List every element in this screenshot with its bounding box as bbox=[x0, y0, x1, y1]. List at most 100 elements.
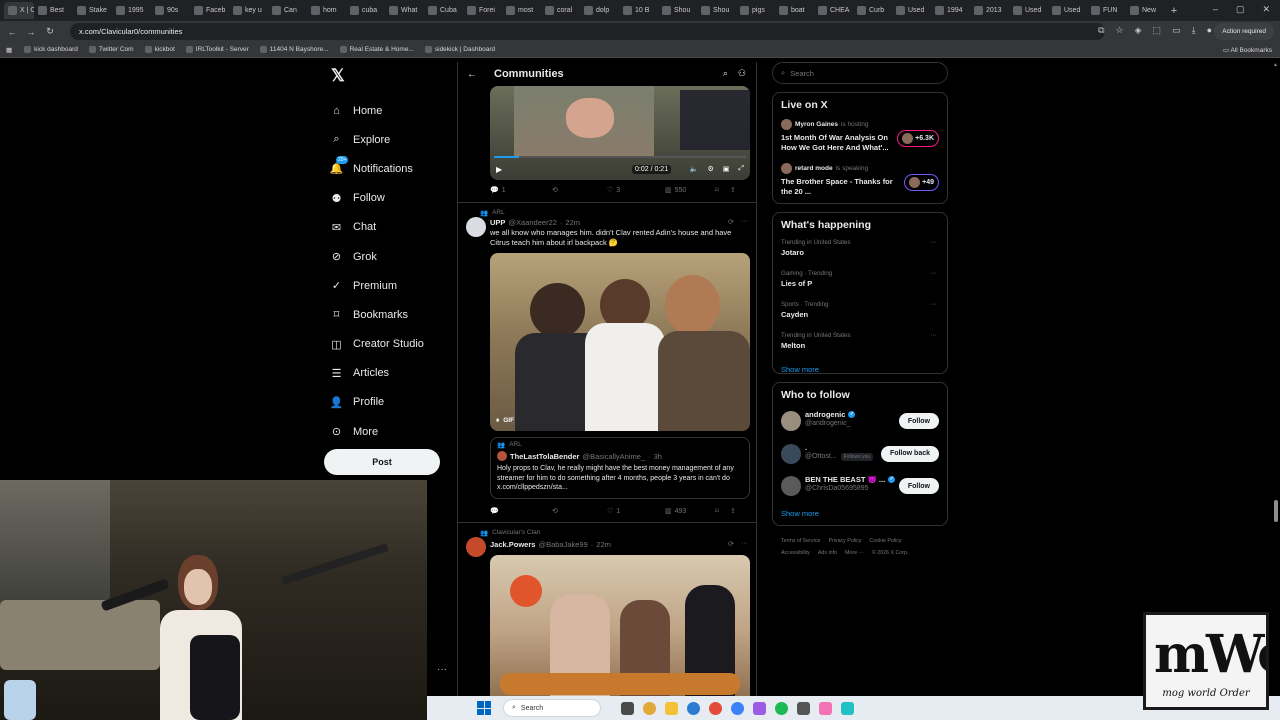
bookmark-item[interactable]: 11404 N Bayshore... bbox=[259, 46, 329, 53]
views-button[interactable]: ▥ 550 bbox=[665, 186, 715, 195]
browser-tab[interactable]: 1995 bbox=[112, 2, 151, 19]
more-icon[interactable]: ··· bbox=[741, 218, 748, 226]
sidepanel-icon[interactable]: ▭ bbox=[1172, 25, 1181, 36]
trend-item[interactable]: Sports · Trending Cayden ··· bbox=[781, 301, 939, 332]
nav-item-creator-studio[interactable]: ◫ Creator Studio bbox=[324, 330, 454, 359]
taskbar-search[interactable]: ⌕ Search bbox=[503, 699, 601, 717]
footer-link[interactable]: Terms of Service bbox=[781, 538, 820, 544]
pip-icon[interactable]: ▣ bbox=[723, 165, 730, 173]
nav-item-notifications[interactable]: 🔔 20+ Notifications bbox=[324, 154, 454, 183]
close-icon[interactable]: ✕ bbox=[1262, 4, 1270, 15]
more-dots-icon[interactable]: ··· bbox=[437, 664, 447, 675]
avatar[interactable] bbox=[466, 217, 486, 237]
browser-tab[interactable]: 90s bbox=[151, 2, 190, 19]
scrollbar-thumb[interactable] bbox=[1274, 500, 1278, 522]
bookmark-post-icon[interactable]: ⌑ bbox=[715, 507, 730, 515]
avatar[interactable] bbox=[781, 476, 801, 496]
browser-tab[interactable]: pigs bbox=[736, 2, 775, 19]
post-time[interactable]: 22m bbox=[596, 540, 611, 549]
avatar[interactable] bbox=[466, 537, 486, 557]
nav-item-more[interactable]: ⊙ More bbox=[324, 417, 454, 446]
like-button[interactable]: ♡ 1 bbox=[607, 507, 665, 516]
quoted-post[interactable]: 👥 ARL TheLastTolaBender @BasicallyAnime_ … bbox=[490, 437, 750, 499]
browser-tab[interactable]: Used bbox=[1048, 2, 1087, 19]
bookmark-item[interactable]: Twitter Com bbox=[88, 46, 134, 53]
search-icon[interactable]: ⌕ bbox=[723, 68, 728, 79]
chrome-icon[interactable] bbox=[643, 701, 656, 715]
trend-item[interactable]: Trending in United States Jotaro ··· bbox=[781, 239, 939, 270]
share-icon[interactable]: ⇪ bbox=[730, 186, 736, 194]
x-logo-icon[interactable]: 𝕏 bbox=[331, 66, 454, 86]
play-icon[interactable]: ▶ bbox=[496, 165, 502, 174]
app-icon-2[interactable] bbox=[841, 701, 854, 715]
volume-icon[interactable]: 🔈 bbox=[690, 165, 699, 173]
follow-suggestion[interactable]: . @Ottost... Follows you Follow back bbox=[781, 442, 939, 475]
share-icon[interactable]: ⇪ bbox=[730, 507, 736, 515]
image-media[interactable] bbox=[490, 555, 750, 700]
views-button[interactable]: ▥ 493 bbox=[665, 507, 715, 516]
nav-item-chat[interactable]: ✉ Chat bbox=[324, 213, 454, 242]
new-tab-button[interactable]: + bbox=[1165, 5, 1183, 17]
puzzle-icon[interactable]: ⬚ bbox=[1153, 25, 1162, 36]
browser-tab[interactable]: 10 B bbox=[619, 2, 658, 19]
repost-button[interactable]: ⟲ bbox=[552, 507, 607, 515]
reload-icon[interactable]: ↻ bbox=[43, 26, 57, 37]
obs-icon[interactable] bbox=[709, 701, 722, 715]
author-name[interactable]: UPP bbox=[490, 218, 505, 227]
more-icon[interactable]: ··· bbox=[930, 270, 937, 277]
grok-post-icon[interactable]: ⟳ bbox=[728, 540, 734, 548]
show-more-follow[interactable]: Show more bbox=[781, 509, 939, 518]
video-player[interactable]: ▶ 0:02 / 0:21 🔈 ⚙ ▣ ⤢ bbox=[490, 86, 750, 180]
back-icon[interactable]: ← bbox=[5, 27, 19, 37]
nav-item-premium[interactable]: ✓ Premium bbox=[324, 271, 454, 300]
downloads-icon[interactable]: ⤓ bbox=[1192, 25, 1196, 36]
page-scrollbar[interactable] bbox=[1272, 60, 1280, 696]
author-handle[interactable]: @Xaandeer22 bbox=[508, 218, 556, 227]
nav-item-articles[interactable]: ☰ Articles bbox=[324, 359, 454, 388]
windows-start-icon[interactable] bbox=[477, 701, 491, 715]
bookmark-item[interactable]: kick dashboard bbox=[24, 46, 78, 53]
communities-icon[interactable]: ⚇ bbox=[738, 68, 746, 79]
terminal-icon[interactable] bbox=[797, 701, 810, 715]
fullscreen-icon[interactable]: ⤢ bbox=[738, 165, 744, 173]
browser-tab[interactable]: Cuba bbox=[424, 2, 463, 19]
address-bar[interactable]: x.com/Clavicular0/communities bbox=[70, 23, 1105, 40]
action-required-button[interactable]: Action required bbox=[1214, 23, 1274, 40]
browser-tab[interactable]: What bbox=[385, 2, 424, 19]
nav-item-grok[interactable]: ⊘ Grok bbox=[324, 242, 454, 271]
nav-item-home[interactable]: ⌂ Home bbox=[324, 96, 454, 125]
browser-tab[interactable]: most bbox=[502, 2, 541, 19]
author-handle[interactable]: @BabaJake99 bbox=[538, 540, 587, 549]
footer-link[interactable]: Cookie Policy bbox=[869, 538, 901, 544]
follow-button[interactable]: Follow bbox=[898, 413, 939, 429]
browser-tab[interactable]: Shou bbox=[697, 2, 736, 19]
browser-tab[interactable]: Forei bbox=[463, 2, 502, 19]
browser-tab[interactable]: CHEA bbox=[814, 2, 853, 19]
discord-icon[interactable] bbox=[753, 701, 766, 715]
app-active-icon[interactable] bbox=[819, 701, 832, 715]
nav-item-profile[interactable]: 👤 Profile bbox=[324, 388, 454, 417]
browser-tab[interactable]: Curb bbox=[853, 2, 892, 19]
back-arrow-icon[interactable]: ← bbox=[467, 69, 477, 80]
install-icon[interactable]: ⧉ bbox=[1098, 25, 1104, 36]
footer-link[interactable]: More ··· bbox=[845, 550, 864, 556]
apps-icon[interactable]: ▦ bbox=[6, 46, 12, 54]
browser-tab[interactable]: key u bbox=[229, 2, 268, 19]
browser-tab[interactable]: Used bbox=[892, 2, 931, 19]
trend-item[interactable]: Trending in United States Melton ··· bbox=[781, 332, 939, 363]
video-progress-track[interactable] bbox=[494, 156, 746, 158]
nav-item-explore[interactable]: ⌕ Explore bbox=[324, 125, 454, 154]
follow-suggestion[interactable]: androgenic ✓ @androgenic_ Follow bbox=[781, 409, 939, 442]
avatar-icon[interactable]: ● bbox=[1207, 25, 1212, 36]
avatar[interactable] bbox=[781, 411, 801, 431]
reply-button[interactable]: 💬 1 bbox=[490, 186, 552, 195]
browser-tab[interactable]: 1994 bbox=[931, 2, 970, 19]
bookmark-item[interactable]: Real Estate & Home... bbox=[339, 46, 414, 53]
edge-icon[interactable] bbox=[731, 701, 744, 715]
more-icon[interactable]: ··· bbox=[741, 540, 748, 548]
app-icon[interactable] bbox=[687, 701, 700, 715]
footer-link[interactable]: Ads info bbox=[818, 550, 837, 556]
nav-item-follow[interactable]: ⚉ Follow bbox=[324, 184, 454, 213]
gif-badge[interactable]: ⏸ GIF bbox=[496, 417, 514, 425]
nav-item-bookmarks[interactable]: ⌑ Bookmarks bbox=[324, 300, 454, 329]
